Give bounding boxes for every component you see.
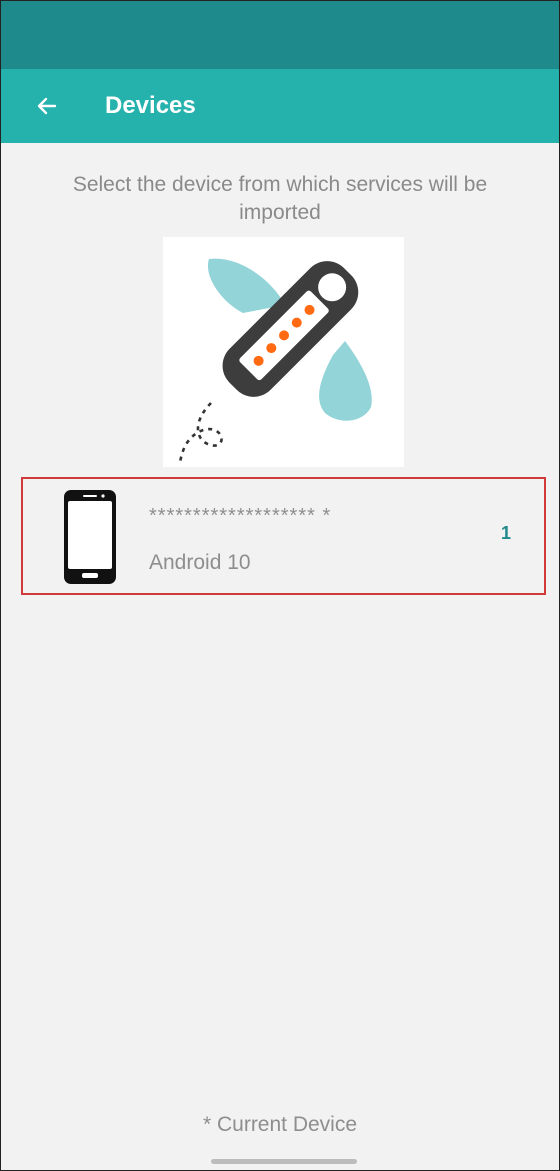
home-indicator[interactable] <box>211 1159 357 1164</box>
usb-key-icon <box>178 258 372 466</box>
instruction-text: Select the device from which services wi… <box>72 173 488 224</box>
arrow-left-icon <box>37 97 57 115</box>
device-os: Android 10 <box>149 551 251 574</box>
back-button[interactable] <box>19 78 75 134</box>
status-bar <box>1 1 559 69</box>
usb-key-illustration <box>163 237 404 467</box>
smartphone-icon <box>64 490 116 584</box>
device-list-item[interactable]: ******************* * Android 10 1 <box>21 477 546 595</box>
device-number-badge: 1 <box>501 523 512 543</box>
device-screen: Devices Select the device from which ser… <box>0 0 560 1171</box>
app-bar: Devices <box>1 69 559 143</box>
device-name: ******************* * <box>149 505 332 527</box>
current-device-note: * Current Device <box>202 1113 358 1136</box>
page-title: Devices <box>105 92 196 119</box>
